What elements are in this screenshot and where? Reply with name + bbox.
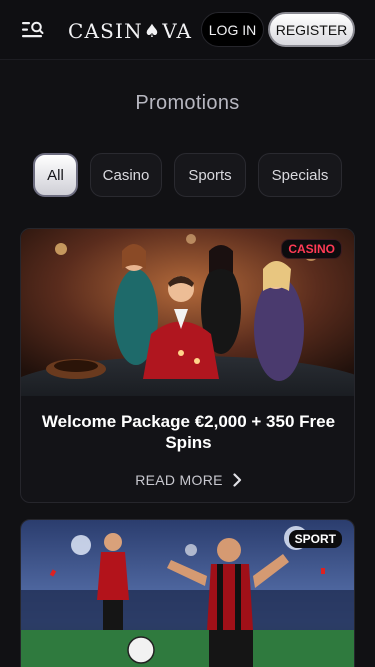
menu-search-button[interactable] (18, 16, 48, 44)
sport-badge: SPORT (288, 530, 342, 548)
tab-specials[interactable]: Specials (258, 153, 342, 197)
login-button[interactable]: LOG IN (201, 12, 264, 47)
logo-text-right: VA (162, 19, 193, 43)
tab-casino[interactable]: Casino (90, 153, 162, 197)
logo-text-left: CASIN (68, 19, 143, 43)
register-button[interactable]: REGISTER (268, 12, 355, 47)
casinova-logo[interactable]: CASIN ♠ VA (68, 18, 192, 44)
promotion-title: Welcome Package €2,000 + 350 Free Spins (41, 412, 336, 452)
chevron-right-icon (233, 473, 242, 487)
promotion-filter-tabs: All Casino Sports Specials (0, 153, 375, 198)
tab-sports[interactable]: Sports (174, 153, 246, 197)
logo-spade-icon: ♠ (143, 20, 162, 42)
page-title: Promotions (135, 92, 240, 114)
promotion-card-sport[interactable]: SPORT (20, 519, 355, 667)
read-more-link[interactable]: READ MORE (21, 469, 354, 491)
top-bar: CASIN ♠ VA LOG IN REGISTER (0, 0, 375, 60)
casino-badge: CASINO (281, 239, 342, 259)
menu-search-icon (22, 21, 44, 38)
read-more-label: READ MORE (135, 472, 223, 488)
tab-all[interactable]: All (33, 153, 78, 197)
promotion-card-casino[interactable]: CASINO Welcome Package €2,000 + 350 Free… (20, 228, 355, 503)
